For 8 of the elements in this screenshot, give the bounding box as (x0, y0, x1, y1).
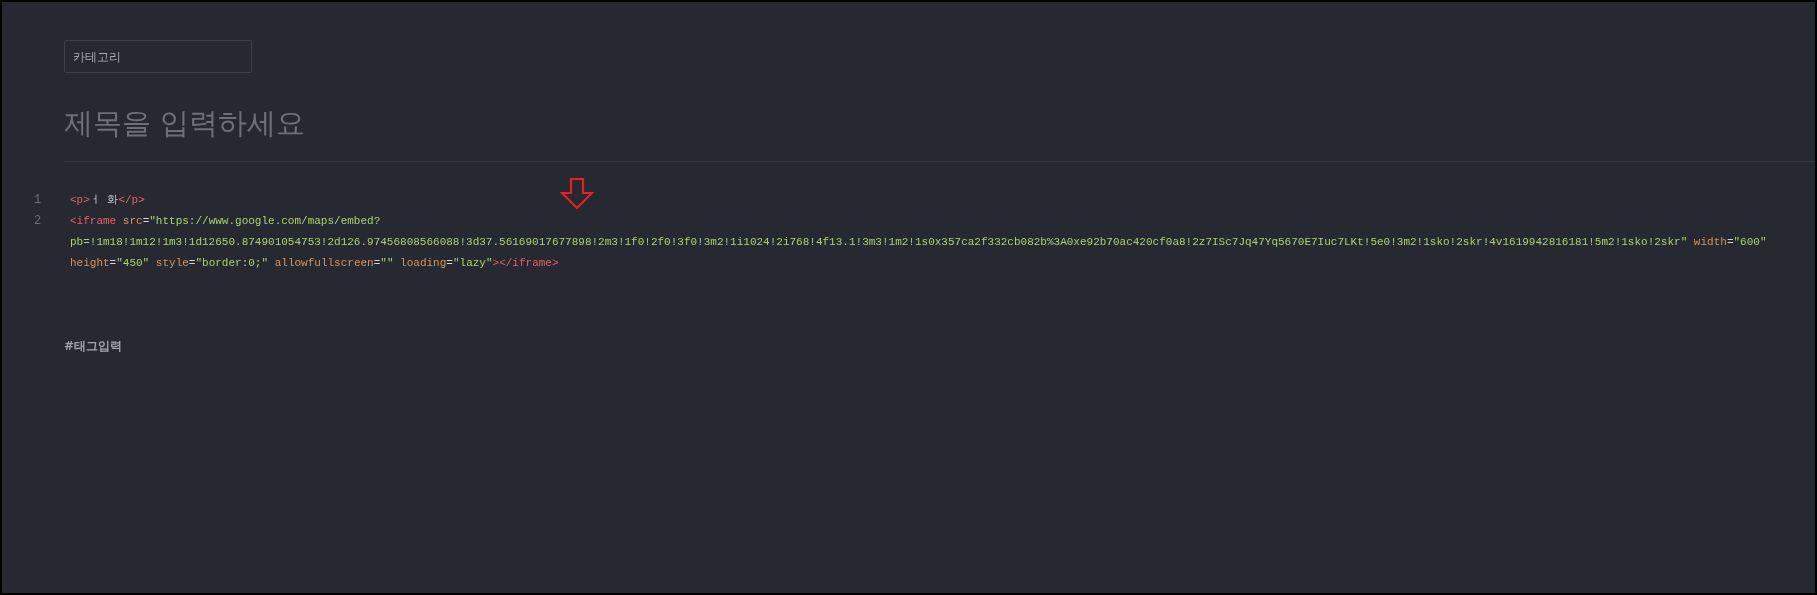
code-line: <iframe src="https://www.google.com/maps/embed?pb=!1m18!1m12!1m3!1d12650.874901054753!2d126.97456808566088!3d37.56169017677898!2m3!1f0!2f0!3f0!3m2!1i1024!2i768!4f13.1!3m3!1m2!1s0x357ca2f332cb082b%3A0xe92b70ac420cf0a8!2z7ISc7Jq47Yq5670E7Iuc7LKt!5e0!3m2!1sko!2skr!4v1619942816181!5m2!1sko!2skr" width="600" height="450" style="border:0;" allowfullscreen="" loading="lazy"></iframe> (70, 214, 1768, 271)
category-field[interactable]: 카테고리 (64, 40, 252, 73)
line-number: 1 (33, 192, 43, 209)
line-number: 2 (33, 213, 43, 230)
code-line: <p>ㅓ 화</p> (70, 193, 145, 208)
title-field[interactable]: 제목을 입력하세요 (64, 99, 764, 147)
tag-input-field[interactable]: #태그입력 (64, 336, 264, 356)
down-arrow-icon (560, 178, 594, 210)
